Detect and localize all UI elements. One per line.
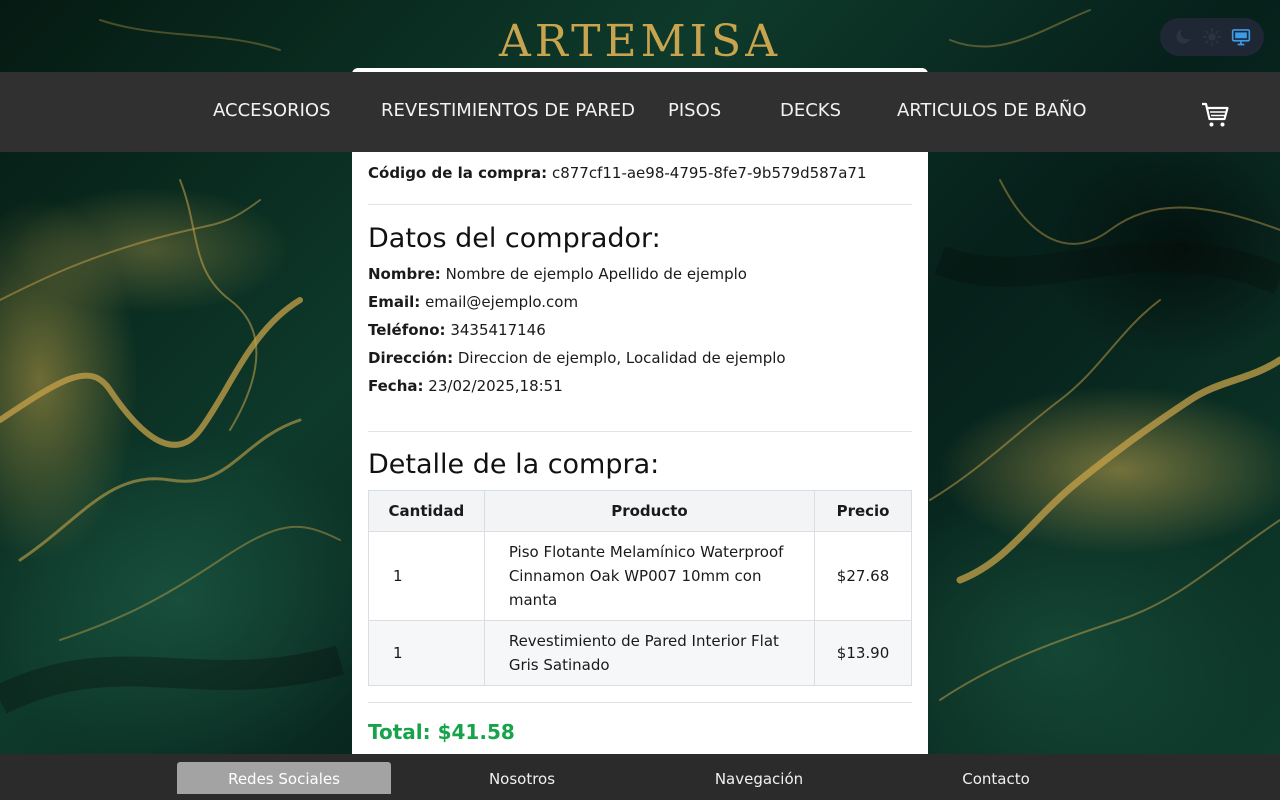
table-row: 1 Piso Flotante Melamínico Waterproof Ci… (368, 531, 912, 621)
cell-product: Piso Flotante Melamínico Waterproof Cinn… (483, 531, 816, 621)
buyer-email-value: email@ejemplo.com (425, 293, 579, 311)
column-header-precio: Precio (814, 490, 912, 532)
buyer-date-value: 23/02/2025,18:51 (428, 377, 563, 395)
brand-logo[interactable]: ARTEMISA (0, 16, 1280, 67)
detail-section-title: Detalle de la compra: (368, 449, 660, 480)
purchase-code-value: c877cf11-ae98-4795-8fe7-9b579d587a71 (551, 164, 867, 182)
footer-tab-contacto[interactable]: Contacto (889, 762, 1103, 794)
nav-item-articulos-bano[interactable]: ARTICULOS DE BAÑO (897, 72, 1087, 152)
footer-tab-navegacion[interactable]: Navegación (652, 762, 866, 794)
buyer-name-row: Nombre: Nombre de ejemplo Apellido de ej… (368, 265, 747, 283)
sun-icon[interactable] (1202, 27, 1222, 47)
divider (368, 431, 912, 432)
buyer-address-value: Direccion de ejemplo, Localidad de ejemp… (457, 349, 786, 367)
main-navbar: ACCESORIOS REVESTIMIENTOS DE PARED PISOS… (0, 72, 1280, 152)
buyer-phone-row: Teléfono: 3435417146 (368, 321, 546, 339)
order-total: Total: $41.58 (368, 720, 515, 744)
nav-item-accesorios[interactable]: ACCESORIOS (213, 72, 331, 152)
footer-tab-nosotros[interactable]: Nosotros (415, 762, 629, 794)
buyer-email-label: Email: (368, 293, 421, 311)
buyer-phone-label: Teléfono: (368, 321, 446, 339)
buyer-date-label: Fecha: (368, 377, 424, 395)
divider (368, 204, 912, 205)
monitor-icon[interactable] (1231, 27, 1251, 47)
buyer-name-value: Nombre de ejemplo Apellido de ejemplo (445, 265, 747, 283)
buyer-address-label: Dirección: (368, 349, 454, 367)
purchase-detail-table: Cantidad Producto Precio 1 Piso Flotante… (368, 490, 912, 686)
buyer-phone-value: 3435417146 (450, 321, 546, 339)
cart-icon[interactable] (1200, 100, 1230, 130)
purchase-code: Código de la compra: c877cf11-ae98-4795-… (368, 164, 867, 182)
nav-item-pisos[interactable]: PISOS (668, 72, 721, 152)
cell-price: $27.68 (814, 531, 912, 621)
buyer-date-row: Fecha: 23/02/2025,18:51 (368, 377, 563, 395)
footer-tab-redes-sociales[interactable]: Redes Sociales (177, 762, 391, 794)
table-row: 1 Revestimiento de Pared Interior Flat G… (368, 620, 912, 686)
cell-price: $13.90 (814, 620, 912, 686)
theme-switcher[interactable] (1160, 18, 1264, 56)
footer-bar: Redes Sociales Nosotros Navegación Conta… (0, 754, 1280, 800)
nav-item-decks[interactable]: DECKS (780, 72, 841, 152)
cell-qty: 1 (368, 531, 485, 621)
cell-product: Revestimiento de Pared Interior Flat Gri… (483, 620, 816, 686)
column-header-cantidad: Cantidad (368, 490, 485, 532)
purchase-summary-panel: Código de la compra: c877cf11-ae98-4795-… (352, 152, 928, 754)
moon-icon[interactable] (1173, 27, 1193, 47)
nav-item-revestimientos[interactable]: REVESTIMIENTOS DE PARED (381, 72, 635, 152)
column-header-producto: Producto (483, 490, 816, 532)
buyer-section-title: Datos del comprador: (368, 223, 661, 254)
buyer-email-row: Email: email@ejemplo.com (368, 293, 578, 311)
cell-qty: 1 (368, 620, 485, 686)
divider (368, 702, 912, 703)
buyer-name-label: Nombre: (368, 265, 441, 283)
purchase-code-label: Código de la compra: (368, 164, 548, 182)
buyer-address-row: Dirección: Direccion de ejemplo, Localid… (368, 349, 786, 367)
